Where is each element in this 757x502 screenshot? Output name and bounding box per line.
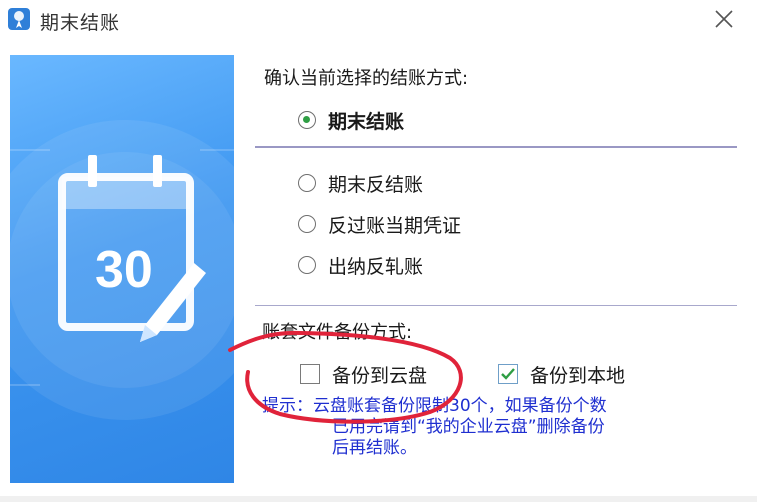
calendar-edit-icon: 30	[10, 120, 234, 420]
checkbox-checked[interactable]	[498, 364, 518, 384]
window-title: 期末结账	[40, 12, 121, 34]
checkbox-backup-cloud[interactable]: 备份到云盘	[300, 361, 460, 389]
hint-text: 提示：云盘账套备份限制30个，如果备份个数 已用完请到“我的企业云盘”删除备份 …	[262, 396, 607, 458]
title-bar: 期末结账	[0, 0, 757, 40]
radio-period-close[interactable]: 期末结账	[298, 107, 498, 135]
radio-cashier-reverse[interactable]: 出纳反轧账	[298, 252, 498, 280]
backup-mode-label: 账套文件备份方式:	[262, 322, 413, 343]
calendar-day: 30	[95, 241, 153, 299]
checkmark-icon	[501, 368, 515, 380]
divider	[255, 305, 737, 306]
settle-mode-label: 确认当前选择的结账方式:	[264, 68, 469, 89]
app-logo-icon	[8, 8, 30, 30]
radio-button[interactable]	[298, 256, 316, 274]
checkbox-backup-local[interactable]: 备份到本地	[498, 361, 658, 389]
checkbox[interactable]	[300, 364, 320, 384]
radio-button[interactable]	[298, 174, 316, 192]
close-icon	[715, 10, 733, 28]
radio-period-reverse-close[interactable]: 期末反结账	[298, 170, 498, 198]
window-bottom-border	[0, 496, 757, 502]
divider	[255, 146, 737, 148]
radio-reverse-posting[interactable]: 反过账当期凭证	[298, 211, 518, 239]
radio-button[interactable]	[298, 215, 316, 233]
radio-button-checked[interactable]	[298, 111, 316, 129]
side-banner: 30	[10, 55, 234, 483]
close-button[interactable]	[708, 4, 740, 34]
